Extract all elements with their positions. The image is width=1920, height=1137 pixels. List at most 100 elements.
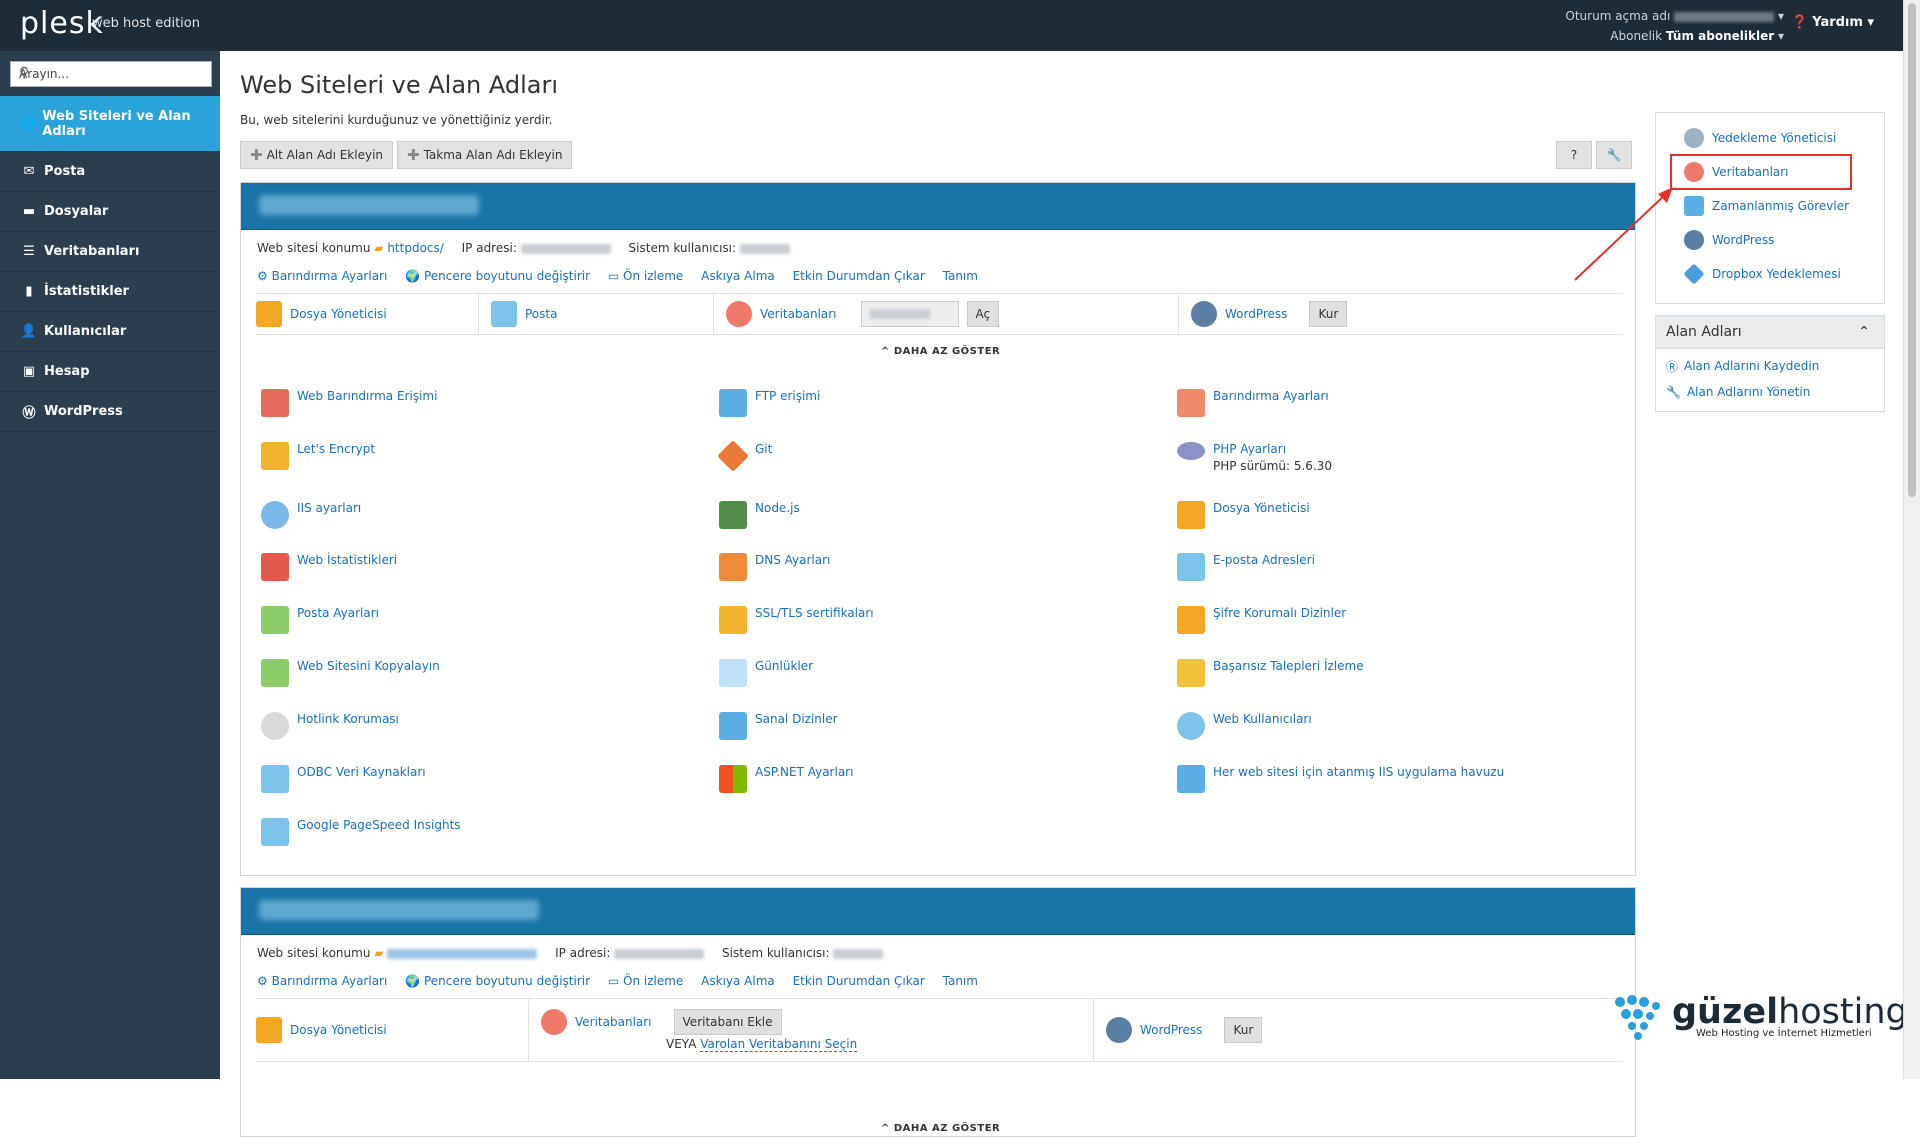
manage-domains-link[interactable]: 🔧 Alan Adlarını Yönetin	[1656, 379, 1884, 405]
tool-label[interactable]: ASP.NET Ayarları	[755, 765, 853, 779]
tool-label[interactable]: Posta	[525, 307, 557, 321]
tool-label[interactable]: Dosya Yöneticisi	[290, 1023, 387, 1037]
chevron-up-icon[interactable]: ⌃	[1858, 324, 1870, 340]
tool-label[interactable]: Let's Encrypt	[297, 442, 375, 456]
tool-label[interactable]: Sanal Dizinler	[755, 712, 838, 726]
web-statistics[interactable]: Web İstatistikleri	[261, 553, 411, 581]
suspend-link[interactable]: Askıya Alma	[701, 974, 775, 988]
scheduled-tasks-link[interactable]: Zamanlanmış Görevler	[1656, 189, 1884, 223]
add-subdomain-button[interactable]: ✚ Alt Alan Adı Ekleyin	[240, 141, 394, 169]
tool-label[interactable]: Şifre Korumalı Dizinler	[1213, 606, 1346, 620]
tool-label[interactable]: Web Barındırma Erişimi	[297, 389, 437, 403]
hosting-settings-link[interactable]: ⚙ Barındırma Ayarları	[257, 974, 387, 988]
register-domains-link[interactable]: Ⓡ Alan Adlarını Kaydedin	[1656, 353, 1884, 379]
tool-label[interactable]: Veritabanları	[760, 307, 837, 321]
lets-encrypt[interactable]: Let's Encrypt	[261, 442, 389, 470]
failed-request-tracing[interactable]: Başarısız Talepleri İzleme	[1177, 659, 1378, 687]
sidebar-item-mail[interactable]: ✉ Posta	[0, 152, 220, 192]
iis-settings[interactable]: IIS ayarları	[261, 501, 375, 529]
iis-application-pool[interactable]: Her web sitesi için atanmış IIS uygulama…	[1177, 765, 1518, 793]
tool-label[interactable]: Dosya Yöneticisi	[1213, 501, 1310, 515]
wordpress-link[interactable]: WordPress	[1656, 223, 1884, 257]
add-alias-button[interactable]: ✚ Takma Alan Adı Ekleyin	[397, 141, 573, 169]
file-manager-tool[interactable]: Dosya Yöneticisi	[256, 294, 479, 334]
tool-label[interactable]: Git	[755, 442, 772, 456]
tool-label[interactable]: Hotlink Koruması	[297, 712, 399, 726]
website-copying[interactable]: Web Sitesini Kopyalayın	[261, 659, 454, 687]
web-users[interactable]: Web Kullanıcıları	[1177, 712, 1326, 740]
tool-label[interactable]: IIS ayarları	[297, 501, 361, 515]
ftp-access[interactable]: FTP erişimi	[719, 389, 834, 417]
sidebar-item-users[interactable]: 👤 Kullanıcılar	[0, 312, 220, 352]
suspend-link[interactable]: Askıya Alma	[701, 269, 775, 283]
git[interactable]: Git	[717, 440, 786, 472]
hotlink-protection[interactable]: Hotlink Koruması	[261, 712, 413, 740]
help-menu[interactable]: ❓ Yardım ▾	[1792, 15, 1875, 30]
install-button[interactable]: Kur	[1224, 1017, 1263, 1043]
sidebar-item-statistics[interactable]: ▮ İstatistikler	[0, 272, 220, 312]
tool-label[interactable]: E-posta Adresleri	[1213, 553, 1315, 567]
hosting-settings-link[interactable]: ⚙ Barındırma Ayarları	[257, 269, 387, 283]
description-link[interactable]: Tanım	[943, 269, 978, 283]
description-link[interactable]: Tanım	[943, 974, 978, 988]
database-select[interactable]	[860, 301, 959, 327]
virtual-directories[interactable]: Sanal Dizinler	[719, 712, 852, 740]
tool-label[interactable]: Posta Ayarları	[297, 606, 379, 620]
domains-panel-header[interactable]: Alan Adları ⌃	[1656, 316, 1884, 349]
help-button[interactable]: ?	[1556, 141, 1592, 169]
aspnet-settings[interactable]: ASP.NET Ayarları	[719, 765, 867, 793]
deactivate-link[interactable]: Etkin Durumdan Çıkar	[793, 269, 925, 283]
sidebar-item-account[interactable]: ▣ Hesap	[0, 352, 220, 392]
sidebar-item-wordpress[interactable]: Ⓦ WordPress	[0, 392, 220, 432]
backup-manager-link[interactable]: Yedekleme Yöneticisi	[1656, 121, 1884, 155]
php-settings[interactable]: PHP Ayarları PHP sürümü: 5.6.30	[1177, 442, 1332, 473]
change-screen-size-link[interactable]: 🌍 Pencere boyutunu değiştirir	[405, 974, 590, 988]
dns-settings[interactable]: DNS Ayarları	[719, 553, 844, 581]
open-button[interactable]: Aç	[966, 301, 1000, 327]
show-less-toggle[interactable]: ^ DAHA AZ GÖSTER	[881, 1123, 1000, 1134]
search-input[interactable]: Arayın... ⚲	[10, 61, 212, 87]
subscription-select[interactable]: Tüm abonelikler	[1666, 29, 1774, 43]
dropbox-backup-link[interactable]: Dropbox Yedeklemesi	[1656, 257, 1884, 291]
preview-link[interactable]: ▭ Ön izleme	[608, 974, 683, 988]
password-protected-dirs[interactable]: Şifre Korumalı Dizinler	[1177, 606, 1360, 634]
scrollbar-thumb[interactable]	[1908, 3, 1916, 497]
odbc-data-sources[interactable]: ODBC Veri Kaynakları	[261, 765, 440, 793]
tool-label[interactable]: Web Kullanıcıları	[1213, 712, 1312, 726]
login-name[interactable]	[1674, 11, 1775, 22]
search-icon[interactable]: ⚲	[19, 65, 205, 81]
tool-label[interactable]: Web Sitesini Kopyalayın	[297, 659, 440, 673]
tool-label[interactable]: Node.js	[755, 501, 800, 515]
install-button[interactable]: Kur	[1309, 301, 1348, 327]
location-link[interactable]: httpdocs/	[387, 241, 443, 255]
sidebar-item-files[interactable]: ▬ Dosyalar	[0, 192, 220, 232]
mail-tool[interactable]: Posta	[491, 294, 714, 334]
email-addresses[interactable]: E-posta Adresleri	[1177, 553, 1329, 581]
google-pagespeed[interactable]: Google PageSpeed Insights	[261, 818, 475, 846]
tool-label[interactable]: SSL/TLS sertifikaları	[755, 606, 874, 620]
logs[interactable]: Günlükler	[719, 659, 827, 687]
show-less-toggle[interactable]: ^ DAHA AZ GÖSTER	[881, 346, 1000, 357]
preview-link[interactable]: ▭ Ön izleme	[608, 269, 683, 283]
sidebar-item-websites[interactable]: 🌐 Web Siteleri ve Alan Adları	[0, 96, 220, 152]
hosting-settings[interactable]: Barındırma Ayarları	[1177, 389, 1343, 417]
tool-label[interactable]: FTP erişimi	[755, 389, 820, 403]
site-domain-name[interactable]	[259, 195, 479, 215]
deactivate-link[interactable]: Etkin Durumdan Çıkar	[793, 974, 925, 988]
ssl-certificates[interactable]: SSL/TLS sertifikaları	[719, 606, 888, 634]
web-hosting-access[interactable]: Web Barındırma Erişimi	[261, 389, 451, 417]
page-scrollbar[interactable]	[1903, 0, 1920, 1079]
tool-label[interactable]: WordPress	[1140, 1023, 1202, 1037]
tool-label[interactable]: PHP Ayarları	[1213, 442, 1286, 456]
tool-label[interactable]: Günlükler	[755, 659, 813, 673]
tool-label[interactable]: Her web sitesi için atanmış IIS uygulama…	[1213, 765, 1504, 779]
tool-label[interactable]: Web İstatistikleri	[297, 553, 397, 567]
file-manager-tool[interactable]: Dosya Yöneticisi	[256, 999, 529, 1061]
tool-label[interactable]: Başarısız Talepleri İzleme	[1213, 659, 1364, 673]
wrench-button[interactable]: 🔧	[1596, 141, 1632, 169]
select-existing-db-link[interactable]: Varolan Veritabanını Seçin	[700, 1037, 858, 1052]
tool-label[interactable]: Veritabanları	[575, 1015, 652, 1029]
location-link[interactable]	[387, 948, 538, 959]
change-screen-size-link[interactable]: 🌍 Pencere boyutunu değiştirir	[405, 269, 590, 283]
tool-label[interactable]: WordPress	[1225, 307, 1287, 321]
